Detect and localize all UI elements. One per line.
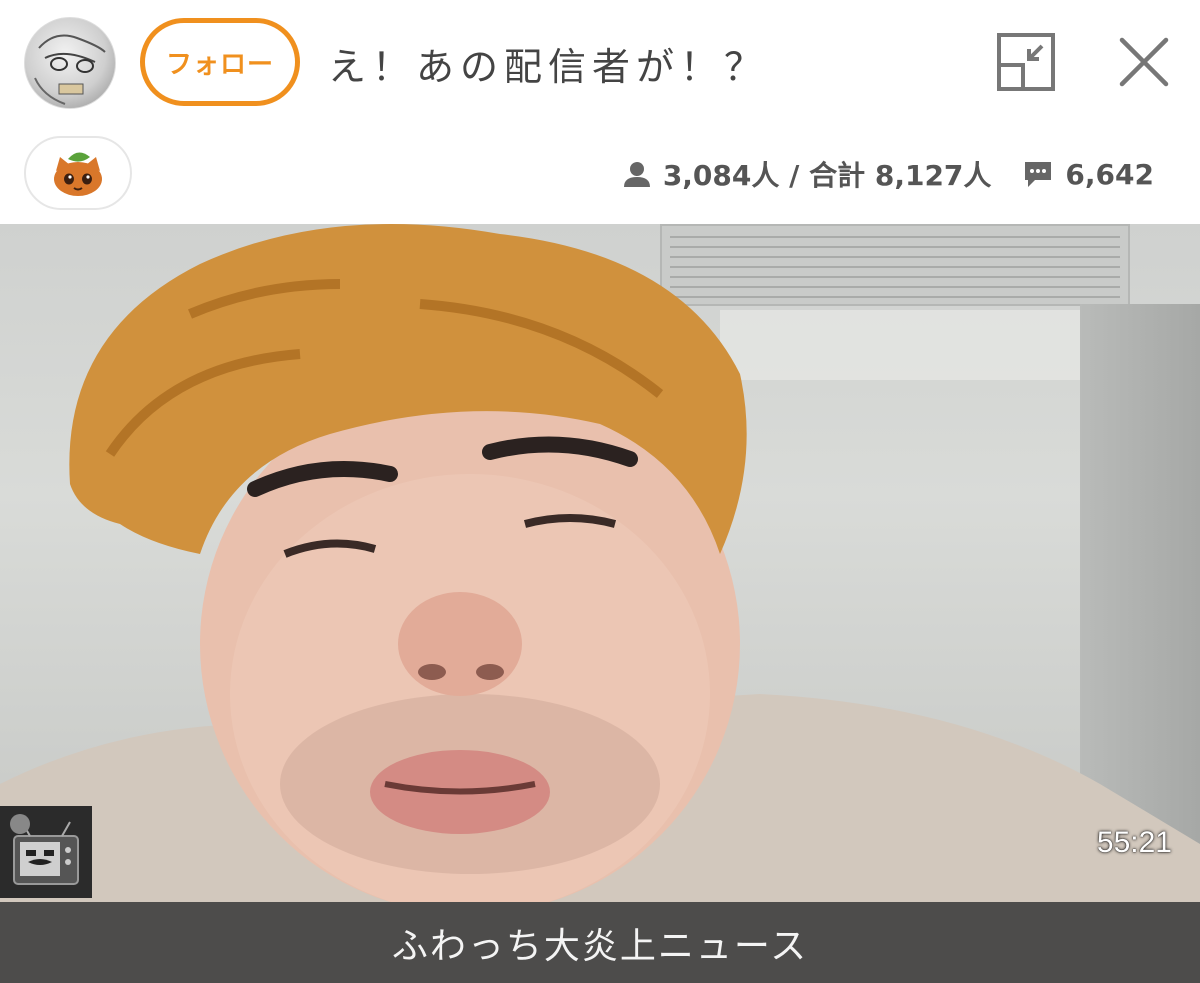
viewer-count: 3,084人 / 合計 8,127人: [662, 159, 992, 192]
cat-leaf-badge-icon[interactable]: [24, 136, 132, 210]
person-icon: [623, 160, 651, 188]
close-icon[interactable]: [1114, 32, 1174, 92]
comment-count: 6,642: [1065, 157, 1154, 191]
stream-title: え！あの配信者が！？: [328, 45, 769, 89]
comment-icon: [1023, 160, 1053, 188]
stream-stats: 3,084人 / 合計 8,127人 6,642: [623, 152, 1154, 196]
channel-logo: [0, 806, 92, 898]
broadcaster-avatar[interactable]: [24, 17, 116, 109]
video-player[interactable]: 55:21: [0, 224, 1200, 902]
caption-text: ふわっち大炎上ニュース: [391, 925, 809, 967]
elapsed-time: 55:21: [1096, 826, 1172, 859]
follow-button[interactable]: フォロー: [140, 18, 300, 106]
minimize-window-icon[interactable]: [996, 32, 1056, 92]
caption-bar: ふわっち大炎上ニュース: [0, 902, 1200, 983]
stream-header: フォロー え！あの配信者が！？ 3,084人 / 合計 8,127人 6,642: [0, 0, 1200, 222]
broadcaster-video-frame: [0, 224, 1200, 902]
